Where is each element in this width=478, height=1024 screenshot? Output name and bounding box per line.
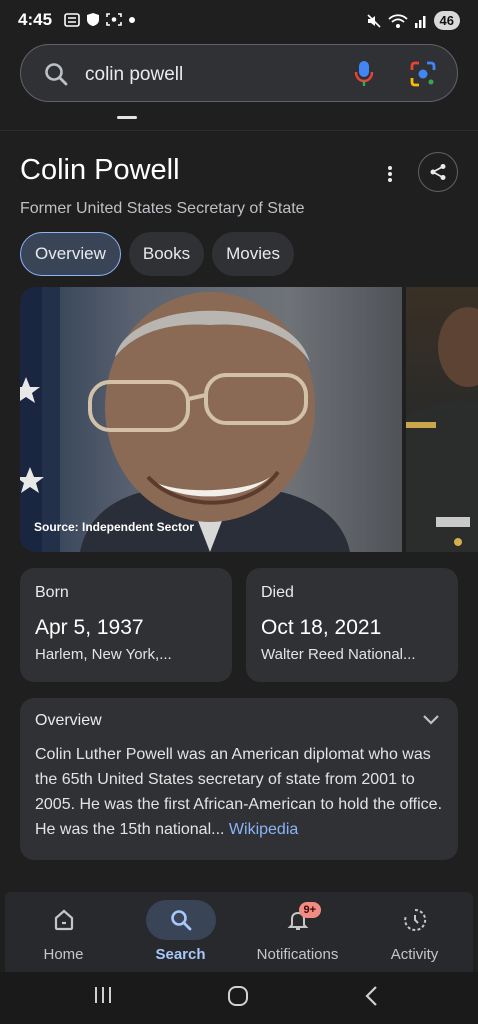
- status-bar: 4:45 46: [0, 0, 478, 42]
- home-icon: [54, 909, 73, 931]
- battery-indicator: 46: [433, 11, 460, 30]
- overview-title: Overview: [35, 712, 102, 729]
- born-place: Harlem, New York,...: [35, 646, 172, 663]
- search-icon: [170, 910, 191, 931]
- bottom-nav: Home Search 9+ Notifications Activity: [5, 892, 473, 972]
- status-icons-left: [64, 12, 136, 27]
- nav-notifications-label: Notifications: [256, 946, 339, 963]
- shield-icon: [87, 13, 99, 26]
- uniform-illustration: [406, 307, 478, 552]
- chip-row: Overview Books Movies: [20, 232, 294, 276]
- wifi-icon: [387, 13, 408, 28]
- dot-icon: [129, 16, 135, 23]
- secondary-image[interactable]: [406, 287, 478, 552]
- status-time: 4:45: [18, 10, 53, 29]
- died-card[interactable]: Died Oct 18, 2021 Walter Reed National..…: [246, 568, 458, 682]
- wikipedia-link[interactable]: Wikipedia: [229, 821, 298, 838]
- search-bar[interactable]: colin powell: [20, 44, 458, 102]
- nav-activity[interactable]: Activity: [356, 892, 473, 972]
- chip-movies[interactable]: Movies: [212, 232, 294, 276]
- share-icon: [430, 164, 446, 180]
- portrait-image[interactable]: [20, 287, 402, 552]
- nav-search-label: Search: [155, 946, 206, 963]
- lens-icon[interactable]: [409, 60, 437, 88]
- share-button[interactable]: [418, 152, 458, 192]
- page-subtitle: Former United States Secretary of State: [20, 200, 305, 217]
- search-icon: [45, 63, 68, 86]
- tab-indicator: [117, 116, 137, 119]
- died-label: Died: [261, 584, 294, 601]
- died-place: Walter Reed National...: [261, 646, 416, 663]
- chevron-down-icon[interactable]: [422, 714, 440, 726]
- home-button-icon[interactable]: [226, 984, 250, 1008]
- activity-icon: [403, 908, 426, 931]
- back-icon[interactable]: [362, 984, 382, 1008]
- notification-badge: 9+: [298, 902, 322, 918]
- overview-card[interactable]: Overview Colin Luther Powell was an Amer…: [20, 698, 458, 860]
- gallery-icon: [64, 12, 80, 27]
- nav-activity-label: Activity: [390, 946, 439, 963]
- overview-text: Colin Luther Powell was an American dipl…: [35, 742, 443, 842]
- status-icons-right: 46: [366, 11, 460, 30]
- search-input[interactable]: colin powell: [85, 64, 183, 86]
- recent-apps-icon[interactable]: [92, 984, 114, 1006]
- image-caption: Source: Independent Sector: [34, 520, 195, 534]
- nav-notifications[interactable]: 9+ Notifications: [239, 892, 356, 972]
- born-date: Apr 5, 1937: [35, 616, 144, 639]
- overview-ellipsis: ...: [211, 821, 229, 838]
- born-label: Born: [35, 584, 69, 601]
- nav-search[interactable]: Search: [122, 892, 239, 972]
- chip-overview[interactable]: Overview: [20, 232, 121, 276]
- page-title: Colin Powell: [20, 154, 180, 186]
- signal-icon: [414, 15, 426, 28]
- more-options-icon[interactable]: [380, 162, 400, 186]
- died-date: Oct 18, 2021: [261, 616, 382, 639]
- screenshot-icon: [106, 13, 122, 26]
- nav-home-label: Home: [43, 946, 84, 963]
- mic-icon[interactable]: [353, 59, 375, 89]
- nav-home[interactable]: Home: [5, 892, 122, 972]
- born-card[interactable]: Born Apr 5, 1937 Harlem, New York,...: [20, 568, 232, 682]
- divider: [0, 130, 478, 131]
- portrait-illustration: [20, 287, 350, 552]
- mute-icon: [366, 13, 381, 28]
- system-nav-bar: [0, 972, 478, 1024]
- chip-books[interactable]: Books: [128, 232, 205, 276]
